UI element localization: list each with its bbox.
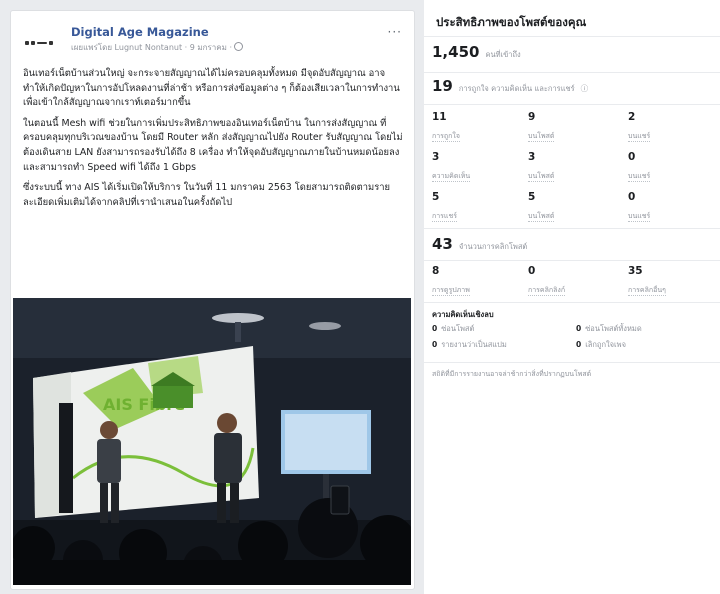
stat-label: บนแชร์	[628, 172, 651, 182]
stat-label: การคลิกลิงก์	[528, 286, 566, 296]
more-options-button[interactable]: ···	[388, 25, 402, 39]
stat-value: 35	[628, 265, 643, 277]
engagement-row[interactable]: 19 การถูกใจ ความคิดเห็น และการแชร์ ⓘ	[432, 77, 588, 95]
page-avatar[interactable]	[23, 31, 55, 55]
stat-label: บนแชร์	[628, 212, 651, 222]
engagement-value: 19	[432, 77, 453, 95]
negative-value: 0	[432, 340, 438, 349]
negative-item: 0 รายงานว่าเป็นสแปม	[432, 339, 507, 351]
stat-likes-on-post: 9 บนโพสต์	[528, 111, 620, 142]
stat-value: 0	[628, 151, 636, 163]
stat-value: 11	[432, 111, 447, 123]
globe-icon	[234, 42, 243, 51]
stat-comments-on-post: 3 บนโพสต์	[528, 151, 620, 182]
stat-label: การถูกใจ	[432, 132, 460, 142]
stat-label: ความคิดเห็น	[432, 172, 471, 182]
stat-shares: 5 การแชร์	[432, 191, 524, 222]
negative-value: 0	[576, 324, 582, 333]
stat-photo-views: 8 การดูรูปภาพ	[432, 265, 524, 296]
reach-section: 1,450 คนที่เข้าถึง	[424, 36, 720, 71]
stat-label: บนแชร์	[628, 132, 651, 142]
negative-item: 0 ซ่อนโพสต์ทั้งหมด	[576, 323, 642, 335]
negative-feedback-section: ความคิดเห็นเชิงลบ 0 ซ่อนโพสต์ 0 ซ่อนโพสต์ท…	[424, 302, 720, 361]
negative-value: 0	[432, 324, 438, 333]
post-card: Digital Age Magazine เผยแพร่โดย Lugnut N…	[10, 10, 415, 590]
post-paragraph: อินเทอร์เน็ตบ้านส่วนใหญ่ จะกระจายสัญญาณไ…	[23, 68, 400, 109]
post-photo[interactable]: AIS Fibre	[13, 298, 411, 585]
negative-feedback-title: ความคิดเห็นเชิงลบ	[432, 310, 494, 319]
reach-row: 1,450 คนที่เข้าถึง	[432, 43, 521, 61]
clicks-row: 43 จำนวนการคลิกโพสต์	[432, 235, 527, 253]
negative-label: ซ่อนโพสต์	[441, 324, 475, 333]
stat-value: 0	[528, 265, 536, 277]
stat-value: 5	[528, 191, 536, 203]
stat-label: การดูรูปภาพ	[432, 286, 470, 296]
note-section: สถิติที่มีการรายงานอาจล่าช้ากว่าสิ่งที่ป…	[424, 362, 720, 385]
stat-label: บนโพสต์	[528, 212, 555, 222]
stat-label: บนโพสต์	[528, 172, 555, 182]
negative-item: 0 เลิกถูกใจเพจ	[576, 339, 626, 351]
stat-other-clicks: 35 การคลิกอื่นๆ	[628, 265, 720, 296]
negative-label: ซ่อนโพสต์ทั้งหมด	[585, 324, 642, 333]
stat-label: การแชร์	[432, 212, 457, 222]
stat-value: 3	[528, 151, 536, 163]
stat-value: 9	[528, 111, 536, 123]
clicks-label: จำนวนการคลิกโพสต์	[458, 242, 528, 251]
reach-value: 1,450	[432, 43, 480, 61]
stat-label: การคลิกอื่นๆ	[628, 286, 666, 296]
engagement-section: 19 การถูกใจ ความคิดเห็น และการแชร์ ⓘ	[424, 72, 720, 103]
event-photo-illustration: AIS Fibre	[13, 298, 411, 585]
clicks-value: 43	[432, 235, 453, 253]
post-paragraph: ในตอนนี้ Mesh wifi ช่วยในการเพิ่มประสิทธ…	[23, 117, 403, 173]
clicks-section: 43 จำนวนการคลิกโพสต์	[424, 228, 720, 259]
info-icon[interactable]: ⓘ	[581, 83, 589, 94]
stat-likes: 11 การถูกใจ	[432, 111, 524, 142]
engagement-breakdown: 11 การถูกใจ 9 บนโพสต์ 2 บนแชร์ 3 ความคิดเห็น…	[424, 104, 720, 227]
stat-comments: 3 ความคิดเห็น	[432, 151, 524, 182]
stat-likes-on-shares: 2 บนแชร์	[628, 111, 720, 142]
stat-comments-on-shares: 0 บนแชร์	[628, 151, 720, 182]
post-header: Digital Age Magazine เผยแพร่โดย Lugnut N…	[23, 25, 404, 65]
post-meta: เผยแพร่โดย Lugnut Nontanut · 9 มกราคม ·	[71, 41, 243, 54]
stat-shares-on-shares: 0 บนแชร์	[628, 191, 720, 222]
negative-item: 0 ซ่อนโพสต์	[432, 323, 474, 335]
stat-label: บนโพสต์	[528, 132, 555, 142]
insights-title: ประสิทธิภาพของโพสต์ของคุณ	[436, 15, 587, 29]
negative-label: เลิกถูกใจเพจ	[585, 340, 626, 349]
reach-label: คนที่เข้าถึง	[485, 50, 521, 59]
stat-value: 0	[628, 191, 636, 203]
post-paragraph: ซึ่งระบบนี้ ทาง AIS ได้เริ่มเปิดให้บริกา…	[23, 182, 390, 208]
stat-value: 3	[432, 151, 440, 163]
engagement-label: การถูกใจ ความคิดเห็น และการแชร์	[458, 84, 575, 93]
page-name-link[interactable]: Digital Age Magazine	[71, 25, 209, 39]
post-text: อินเทอร์เน็ตบ้านส่วนใหญ่ จะกระจายสัญญาณไ…	[23, 67, 405, 216]
stat-link-clicks: 0 การคลิกลิงก์	[528, 265, 620, 296]
stat-value: 2	[628, 111, 636, 123]
stat-value: 5	[432, 191, 440, 203]
negative-value: 0	[576, 340, 582, 349]
post-meta-text: เผยแพร่โดย Lugnut Nontanut · 9 มกราคม ·	[71, 43, 232, 52]
insights-note: สถิติที่มีการรายงานอาจล่าช้ากว่าสิ่งที่ป…	[432, 370, 592, 378]
stat-shares-on-post: 5 บนโพสต์	[528, 191, 620, 222]
negative-label: รายงานว่าเป็นสแปม	[441, 340, 507, 349]
stat-value: 8	[432, 265, 440, 277]
clicks-breakdown: 8 การดูรูปภาพ 0 การคลิกลิงก์ 35 การคลิกอื่น…	[424, 260, 720, 301]
post-insights-panel: ประสิทธิภาพของโพสต์ของคุณ 1,450 คนที่เข้…	[424, 0, 720, 594]
